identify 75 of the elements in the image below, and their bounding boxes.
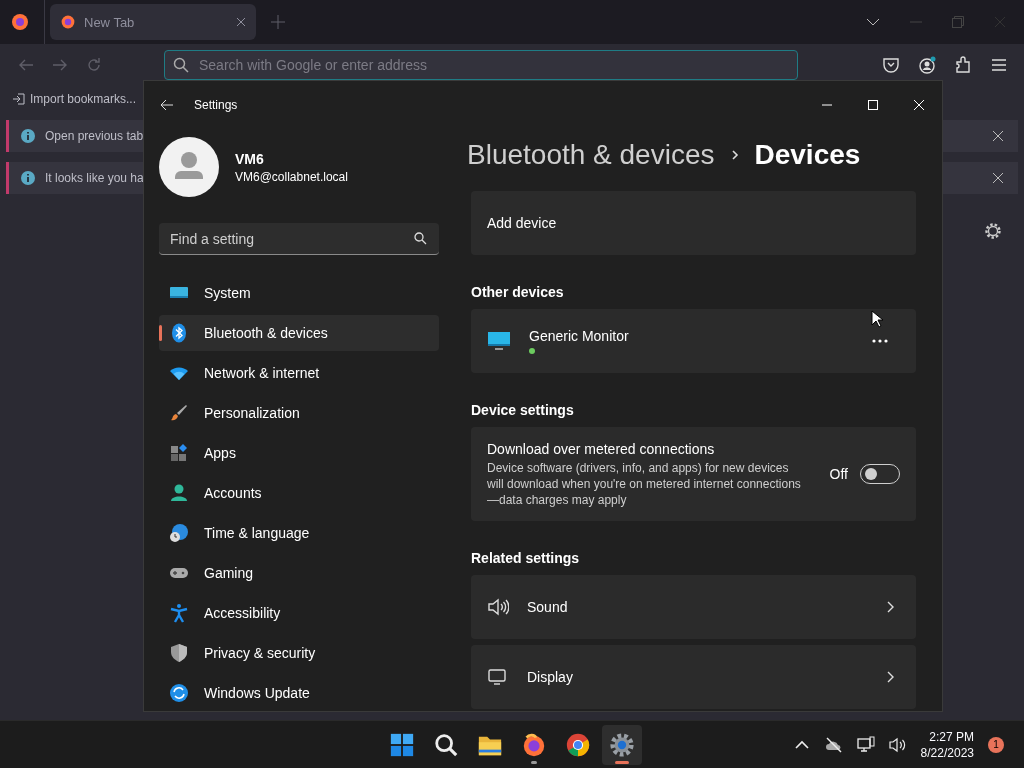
time-icon xyxy=(169,523,189,543)
apps-icon xyxy=(169,443,189,463)
breadcrumb-link[interactable]: Bluetooth & devices xyxy=(467,139,715,171)
nav-item[interactable]: Network & internet xyxy=(159,355,439,391)
account-icon[interactable] xyxy=(918,56,936,74)
nav-item[interactable]: Time & language xyxy=(159,515,439,551)
speaker-icon xyxy=(487,597,509,617)
user-email: VM6@collabnet.local xyxy=(235,169,348,184)
browser-logo-icon xyxy=(60,14,76,30)
avatar-icon[interactable] xyxy=(159,137,219,197)
mouse-cursor-icon xyxy=(871,310,883,328)
section-heading: Related settings xyxy=(471,549,581,567)
clock[interactable]: 2:27 PM 8/22/2023 xyxy=(920,729,974,760)
related-setting-link[interactable]: Sound xyxy=(471,575,916,639)
privacy-icon xyxy=(169,643,189,663)
section-heading: Device settings xyxy=(471,401,575,419)
search-icon xyxy=(414,232,427,245)
extensions-icon[interactable] xyxy=(954,56,972,74)
close-icon[interactable] xyxy=(992,130,1004,142)
windows-logo-icon xyxy=(389,731,415,758)
notification-count[interactable]: 1 xyxy=(988,736,1004,753)
monitor-icon xyxy=(487,330,511,352)
search-icon xyxy=(173,57,189,73)
speaker-icon[interactable] xyxy=(888,735,907,754)
device-card[interactable]: Generic Monitor xyxy=(471,309,916,373)
search-field[interactable]: Find a setting xyxy=(159,223,439,255)
nav-item[interactable]: Bluetooth & devices xyxy=(159,315,439,351)
toggle-state: Off xyxy=(829,466,848,482)
nav-item[interactable]: Privacy & security xyxy=(159,635,439,671)
bookmark-link[interactable]: Import bookmarks... xyxy=(30,92,137,106)
close-icon[interactable] xyxy=(992,172,1004,184)
accounts-icon xyxy=(169,483,189,503)
nav-item[interactable]: Apps xyxy=(159,435,439,471)
accessibility-icon xyxy=(169,603,189,623)
section-heading: Other devices xyxy=(471,283,565,301)
gear-icon xyxy=(609,731,635,758)
close-icon[interactable] xyxy=(236,17,246,27)
search-icon xyxy=(433,731,459,758)
monitor-icon xyxy=(487,667,509,687)
info-icon xyxy=(21,129,35,143)
back-icon[interactable] xyxy=(160,98,174,112)
network-icon[interactable] xyxy=(856,735,875,754)
nav-item[interactable]: Accounts xyxy=(159,475,439,511)
menu-icon[interactable] xyxy=(990,56,1008,74)
pocket-icon[interactable] xyxy=(882,56,900,74)
notification-text: Open previous tab xyxy=(45,129,144,143)
nav-item[interactable]: Personalization xyxy=(159,395,439,431)
more-options-icon[interactable] xyxy=(872,339,888,343)
nav-item[interactable]: Gaming xyxy=(159,555,439,591)
info-icon xyxy=(21,171,35,185)
import-icon xyxy=(12,92,26,106)
page-title: Devices xyxy=(754,139,861,171)
fox-globe-icon xyxy=(521,731,547,758)
taskbar-app[interactable] xyxy=(602,724,642,765)
status-dot xyxy=(529,348,535,354)
nav-item[interactable]: System xyxy=(159,275,439,311)
setting-description: Device software (drivers, info, and apps) for new devices will download when you're on metered internet connections—data charges may apply xyxy=(487,459,802,508)
browser-tab[interactable]: New Tab xyxy=(50,4,256,40)
settings-icon[interactable] xyxy=(984,222,1002,240)
user-name: VM6 xyxy=(235,150,265,167)
add-device-button[interactable]: Add device xyxy=(471,191,916,255)
bluetooth-icon xyxy=(169,323,189,343)
cloud-off-icon[interactable] xyxy=(824,735,843,754)
chevron-down-icon[interactable] xyxy=(866,18,880,26)
related-setting-link[interactable]: Display xyxy=(471,645,916,709)
setting-title: Download over metered connections xyxy=(487,440,716,457)
personalization-icon xyxy=(169,403,189,423)
nav-item[interactable]: Windows Update xyxy=(159,675,439,711)
update-icon xyxy=(169,683,189,703)
notification-text: It looks like you ha xyxy=(45,171,144,185)
window-title: Settings xyxy=(194,98,238,112)
nav-item[interactable]: Accessibility xyxy=(159,595,439,631)
browser-logo-icon xyxy=(565,731,591,758)
device-name: Generic Monitor xyxy=(529,328,629,344)
browser-logo-icon[interactable] xyxy=(10,12,30,32)
